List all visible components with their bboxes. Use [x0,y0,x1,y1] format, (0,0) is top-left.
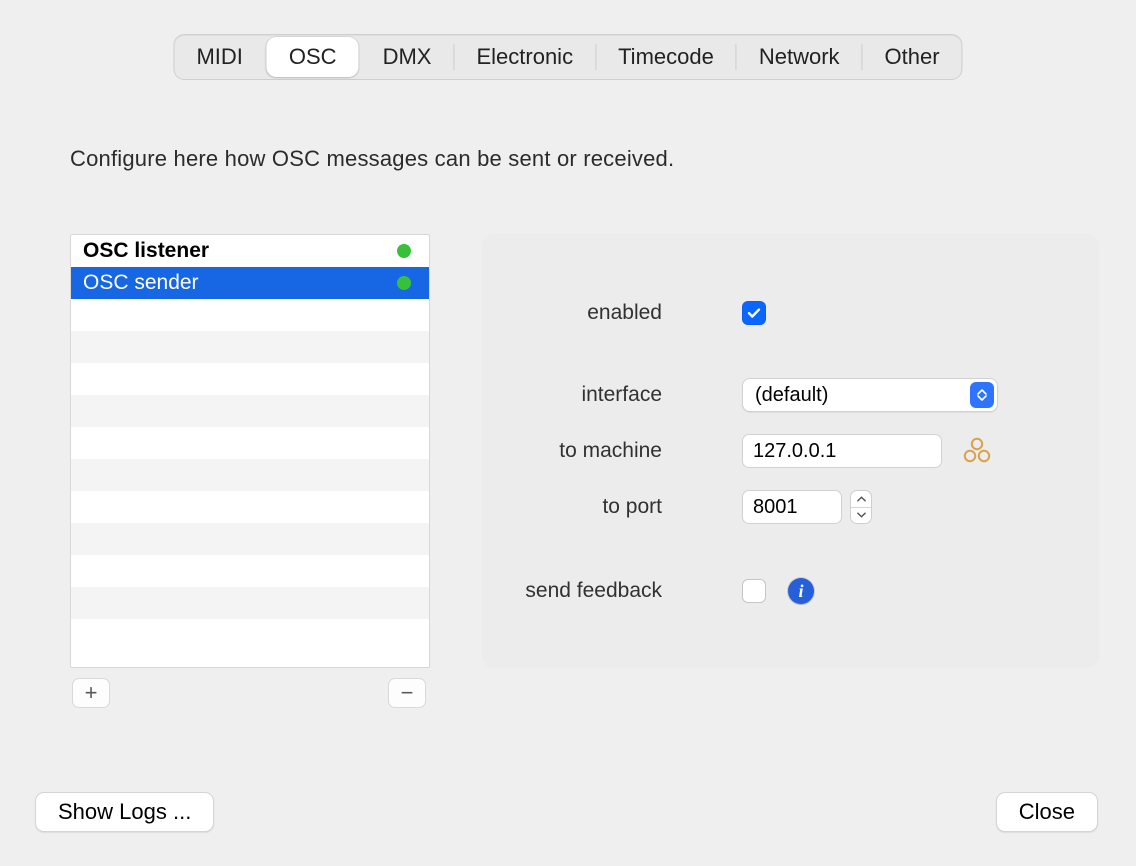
to-port-input[interactable] [742,490,842,524]
close-button[interactable]: Close [996,792,1098,832]
osc-device-list[interactable]: OSC listener OSC sender [70,234,430,668]
plus-icon: + [85,680,98,706]
tab-label: Electronic [476,44,573,70]
interface-select[interactable]: (default) [742,378,998,412]
tab-label: Timecode [618,44,714,70]
list-item-empty [71,587,429,619]
form-row-to-port: to port [482,490,872,524]
form-row-enabled: enabled [482,296,766,330]
send-feedback-label: send feedback [482,579,702,603]
info-icon[interactable]: i [788,578,814,604]
stepper-up-icon[interactable] [851,491,871,508]
button-label: Close [1019,799,1075,825]
to-machine-input[interactable] [742,434,942,468]
list-item-label: OSC listener [83,239,209,263]
list-item-empty [71,619,429,651]
port-stepper[interactable] [850,490,872,524]
page-description: Configure here how OSC messages can be s… [70,146,674,172]
add-device-button[interactable]: + [72,678,110,708]
list-item-label: OSC sender [83,271,199,295]
list-item-empty [71,427,429,459]
tab-label: Network [759,44,840,70]
form-row-to-machine: to machine [482,434,992,468]
stepper-down-icon[interactable] [851,508,871,524]
tab-timecode[interactable]: Timecode [596,35,736,79]
tab-label: OSC [289,44,337,70]
checkmark-icon [746,305,762,321]
status-dot-icon [397,244,411,258]
minus-icon: − [401,680,414,706]
osc-sender-settings-panel: enabled interface (default) to machine [482,234,1099,668]
tab-other[interactable]: Other [863,35,962,79]
to-port-label: to port [482,495,702,519]
show-logs-button[interactable]: Show Logs ... [35,792,214,832]
enabled-label: enabled [482,301,702,325]
list-item-empty [71,555,429,587]
form-row-interface: interface (default) [482,378,998,412]
tab-osc[interactable]: OSC [267,37,359,77]
send-feedback-checkbox[interactable] [742,579,766,603]
button-label: Show Logs ... [58,799,191,825]
tab-label: DMX [383,44,432,70]
tab-network[interactable]: Network [737,35,862,79]
tabbar: MIDI OSC DMX Electronic Timecode Network… [173,34,962,80]
to-machine-label: to machine [482,439,702,463]
tab-midi[interactable]: MIDI [174,35,264,79]
remove-device-button[interactable]: − [388,678,426,708]
list-item-empty [71,459,429,491]
tab-electronic[interactable]: Electronic [454,35,595,79]
interface-label: interface [482,383,702,407]
tab-dmx[interactable]: DMX [361,35,454,79]
list-item-empty [71,299,429,331]
interface-select-value: (default) [755,384,828,407]
preferences-window: MIDI OSC DMX Electronic Timecode Network… [0,0,1136,866]
list-item-empty [71,395,429,427]
tab-label: MIDI [196,44,242,70]
list-item-empty [71,331,429,363]
select-arrows-icon [970,382,994,408]
list-item-empty [71,363,429,395]
list-item[interactable]: OSC listener [71,235,429,267]
list-item[interactable]: OSC sender [71,267,429,299]
bonjour-browse-icon[interactable] [962,436,992,466]
tab-label: Other [885,44,940,70]
list-item-empty [71,491,429,523]
status-dot-icon [397,276,411,290]
list-item-empty [71,523,429,555]
form-row-send-feedback: send feedback i [482,574,814,608]
enabled-checkbox[interactable] [742,301,766,325]
